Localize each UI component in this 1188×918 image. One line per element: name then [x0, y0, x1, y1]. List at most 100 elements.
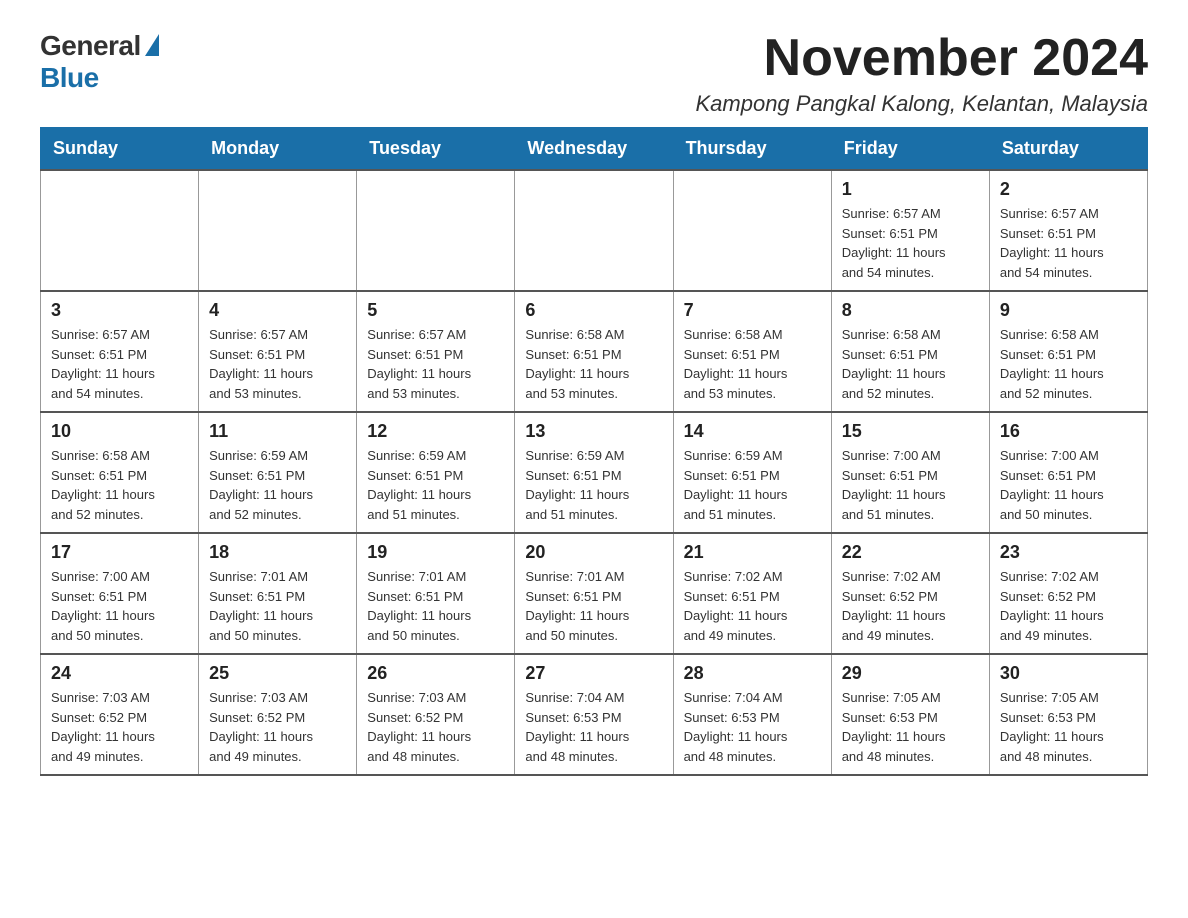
calendar-cell: 26 Sunrise: 7:03 AM Sunset: 6:52 PM Dayli…: [357, 654, 515, 775]
calendar-header: Sunday Monday Tuesday Wednesday Thursday…: [41, 128, 1148, 171]
calendar-cell: 4Sunrise: 6:57 AM Sunset: 6:51 PM Daylig…: [199, 291, 357, 412]
calendar-cell: 9 Sunrise: 6:58 AM Sunset: 6:51 PM Daylig…: [989, 291, 1147, 412]
calendar-cell: 13 Sunrise: 6:59 AM Sunset: 6:51 PM Dayli…: [515, 412, 673, 533]
title-block: November 2024 Kampong Pangkal Kalong, Ke…: [695, 30, 1148, 117]
weekday-header-row: Sunday Monday Tuesday Wednesday Thursday…: [41, 128, 1148, 171]
calendar-cell: 14 Sunrise: 6:59 AM Sunset: 6:51 PM Dayli…: [673, 412, 831, 533]
day-info: Sunrise: 7:02 AM Sunset: 6:51 PM Dayligh…: [684, 567, 821, 645]
day-info: Sunrise: 7:04 AM Sunset: 6:53 PM Dayligh…: [525, 688, 662, 766]
day-number: 8: [842, 300, 979, 321]
calendar-cell: 7 Sunrise: 6:58 AM Sunset: 6:51 PM Daylig…: [673, 291, 831, 412]
day-info: Sunrise: 6:57 AM Sunset: 6:51 PM Dayligh…: [842, 204, 979, 282]
calendar-cell: [41, 170, 199, 291]
day-info: Sunrise: 6:59 AM Sunset: 6:51 PM Dayligh…: [525, 446, 662, 524]
calendar-body: 1 Sunrise: 6:57 AM Sunset: 6:51 PM Daylig…: [41, 170, 1148, 775]
day-number: 19: [367, 542, 504, 563]
day-number: 17: [51, 542, 188, 563]
day-info: Sunrise: 6:58 AM Sunset: 6:51 PM Dayligh…: [842, 325, 979, 403]
day-info: Sunrise: 7:01 AM Sunset: 6:51 PM Dayligh…: [525, 567, 662, 645]
calendar-cell: 1 Sunrise: 6:57 AM Sunset: 6:51 PM Daylig…: [831, 170, 989, 291]
calendar-cell: [357, 170, 515, 291]
header-saturday: Saturday: [989, 128, 1147, 171]
day-info: Sunrise: 6:59 AM Sunset: 6:51 PM Dayligh…: [684, 446, 821, 524]
day-number: 21: [684, 542, 821, 563]
day-number: 22: [842, 542, 979, 563]
day-info: Sunrise: 7:01 AM Sunset: 6:51 PM Dayligh…: [367, 567, 504, 645]
calendar-cell: 10Sunrise: 6:58 AM Sunset: 6:51 PM Dayli…: [41, 412, 199, 533]
calendar-cell: 16Sunrise: 7:00 AM Sunset: 6:51 PM Dayli…: [989, 412, 1147, 533]
calendar-cell: 23Sunrise: 7:02 AM Sunset: 6:52 PM Dayli…: [989, 533, 1147, 654]
calendar-cell: 27 Sunrise: 7:04 AM Sunset: 6:53 PM Dayli…: [515, 654, 673, 775]
day-number: 26: [367, 663, 504, 684]
calendar-cell: 8 Sunrise: 6:58 AM Sunset: 6:51 PM Daylig…: [831, 291, 989, 412]
day-number: 1: [842, 179, 979, 200]
month-title: November 2024: [695, 30, 1148, 87]
day-number: 2: [1000, 179, 1137, 200]
day-number: 28: [684, 663, 821, 684]
day-number: 16: [1000, 421, 1137, 442]
header-tuesday: Tuesday: [357, 128, 515, 171]
logo-general-text: General: [40, 30, 141, 62]
day-info: Sunrise: 7:03 AM Sunset: 6:52 PM Dayligh…: [367, 688, 504, 766]
calendar-cell: 22 Sunrise: 7:02 AM Sunset: 6:52 PM Dayli…: [831, 533, 989, 654]
calendar-cell: 21 Sunrise: 7:02 AM Sunset: 6:51 PM Dayli…: [673, 533, 831, 654]
header-friday: Friday: [831, 128, 989, 171]
day-number: 9: [1000, 300, 1137, 321]
day-info: Sunrise: 6:59 AM Sunset: 6:51 PM Dayligh…: [367, 446, 504, 524]
day-info: Sunrise: 7:05 AM Sunset: 6:53 PM Dayligh…: [842, 688, 979, 766]
header-wednesday: Wednesday: [515, 128, 673, 171]
header-sunday: Sunday: [41, 128, 199, 171]
day-info: Sunrise: 6:58 AM Sunset: 6:51 PM Dayligh…: [684, 325, 821, 403]
day-number: 27: [525, 663, 662, 684]
calendar-cell: 6Sunrise: 6:58 AM Sunset: 6:51 PM Daylig…: [515, 291, 673, 412]
calendar-cell: 15Sunrise: 7:00 AM Sunset: 6:51 PM Dayli…: [831, 412, 989, 533]
day-info: Sunrise: 7:00 AM Sunset: 6:51 PM Dayligh…: [51, 567, 188, 645]
day-number: 4: [209, 300, 346, 321]
day-info: Sunrise: 6:57 AM Sunset: 6:51 PM Dayligh…: [1000, 204, 1137, 282]
day-number: 3: [51, 300, 188, 321]
calendar-week-1: 1 Sunrise: 6:57 AM Sunset: 6:51 PM Daylig…: [41, 170, 1148, 291]
calendar-cell: 17 Sunrise: 7:00 AM Sunset: 6:51 PM Dayli…: [41, 533, 199, 654]
calendar-cell: 28 Sunrise: 7:04 AM Sunset: 6:53 PM Dayli…: [673, 654, 831, 775]
day-info: Sunrise: 7:02 AM Sunset: 6:52 PM Dayligh…: [1000, 567, 1137, 645]
calendar-week-2: 3 Sunrise: 6:57 AM Sunset: 6:51 PM Daylig…: [41, 291, 1148, 412]
logo-blue-text: Blue: [40, 62, 99, 94]
day-number: 29: [842, 663, 979, 684]
calendar-cell: 20 Sunrise: 7:01 AM Sunset: 6:51 PM Dayli…: [515, 533, 673, 654]
calendar-cell: 25Sunrise: 7:03 AM Sunset: 6:52 PM Dayli…: [199, 654, 357, 775]
day-info: Sunrise: 7:01 AM Sunset: 6:51 PM Dayligh…: [209, 567, 346, 645]
calendar-cell: [515, 170, 673, 291]
day-number: 7: [684, 300, 821, 321]
day-number: 30: [1000, 663, 1137, 684]
day-info: Sunrise: 7:02 AM Sunset: 6:52 PM Dayligh…: [842, 567, 979, 645]
day-number: 14: [684, 421, 821, 442]
day-info: Sunrise: 7:03 AM Sunset: 6:52 PM Dayligh…: [209, 688, 346, 766]
calendar-cell: 12 Sunrise: 6:59 AM Sunset: 6:51 PM Dayli…: [357, 412, 515, 533]
calendar-cell: 5Sunrise: 6:57 AM Sunset: 6:51 PM Daylig…: [357, 291, 515, 412]
header-monday: Monday: [199, 128, 357, 171]
calendar-cell: 11Sunrise: 6:59 AM Sunset: 6:51 PM Dayli…: [199, 412, 357, 533]
day-number: 24: [51, 663, 188, 684]
day-number: 12: [367, 421, 504, 442]
header-thursday: Thursday: [673, 128, 831, 171]
day-info: Sunrise: 6:57 AM Sunset: 6:51 PM Dayligh…: [51, 325, 188, 403]
calendar-cell: 29 Sunrise: 7:05 AM Sunset: 6:53 PM Dayli…: [831, 654, 989, 775]
day-info: Sunrise: 6:58 AM Sunset: 6:51 PM Dayligh…: [525, 325, 662, 403]
page-header: General Blue November 2024 Kampong Pangk…: [40, 30, 1148, 117]
calendar-cell: 2 Sunrise: 6:57 AM Sunset: 6:51 PM Daylig…: [989, 170, 1147, 291]
day-info: Sunrise: 6:58 AM Sunset: 6:51 PM Dayligh…: [51, 446, 188, 524]
day-info: Sunrise: 7:00 AM Sunset: 6:51 PM Dayligh…: [842, 446, 979, 524]
logo-triangle-icon: [145, 34, 159, 56]
day-info: Sunrise: 7:04 AM Sunset: 6:53 PM Dayligh…: [684, 688, 821, 766]
calendar-cell: [673, 170, 831, 291]
calendar-table: Sunday Monday Tuesday Wednesday Thursday…: [40, 127, 1148, 776]
day-info: Sunrise: 6:57 AM Sunset: 6:51 PM Dayligh…: [367, 325, 504, 403]
day-info: Sunrise: 6:59 AM Sunset: 6:51 PM Dayligh…: [209, 446, 346, 524]
day-number: 20: [525, 542, 662, 563]
day-number: 13: [525, 421, 662, 442]
day-info: Sunrise: 6:58 AM Sunset: 6:51 PM Dayligh…: [1000, 325, 1137, 403]
location-title: Kampong Pangkal Kalong, Kelantan, Malays…: [695, 91, 1148, 117]
calendar-cell: 30Sunrise: 7:05 AM Sunset: 6:53 PM Dayli…: [989, 654, 1147, 775]
logo: General Blue: [40, 30, 159, 94]
day-number: 18: [209, 542, 346, 563]
